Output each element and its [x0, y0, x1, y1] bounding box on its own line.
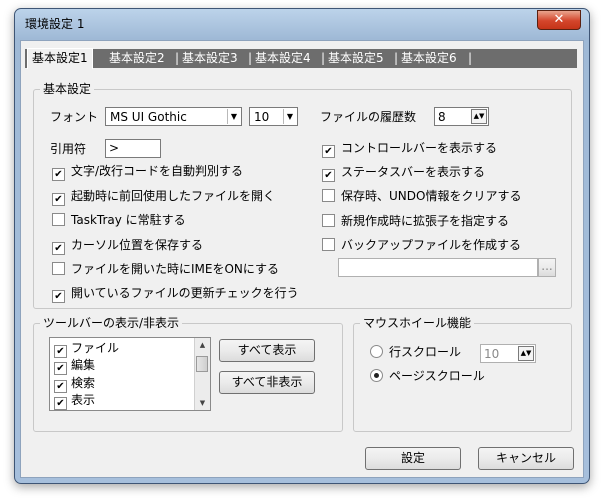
tab-basic-6[interactable]: 基本設定6	[401, 49, 457, 68]
checkbox-tasktray[interactable]: TaskTray に常駐する	[52, 212, 186, 228]
font-select-value: MS UI Gothic	[110, 110, 187, 124]
tab-separator: |	[175, 51, 180, 65]
checkbox-save-cursor[interactable]: ✔ カーソル位置を保存する	[52, 237, 204, 255]
radio-label: ページスクロール	[389, 369, 485, 383]
window-title: 環境設定 1	[25, 17, 85, 31]
checkbox-box	[322, 214, 335, 227]
list-item-label: 編集	[71, 358, 96, 372]
show-all-button[interactable]: すべて表示	[219, 339, 315, 362]
quote-label: 引用符	[50, 142, 87, 156]
chevron-down-icon: ▼	[283, 109, 296, 124]
font-size-value: 10	[254, 110, 270, 124]
checkbox-label: コントロールバーを表示する	[341, 141, 498, 155]
tab-basic-1[interactable]: 基本設定1	[27, 48, 93, 69]
font-size-select[interactable]: 10 ▼	[249, 107, 298, 126]
toolbar-items-list[interactable]: ✔ ファイル ✔ 編集 ✔ 検索 ✔ 表示 ▲ ▼	[49, 337, 211, 411]
checkbox-box	[322, 238, 335, 251]
mouse-wheel-legend: マウスホイール機能	[360, 316, 475, 330]
list-item[interactable]: ✔ 表示	[54, 392, 96, 410]
list-item[interactable]: ✔ 編集	[54, 357, 96, 375]
tab-strip: 基本設定1 基本設定2 | 基本設定3 | 基本設定4 | 基本設定5 | 基本…	[25, 48, 577, 69]
checkbox-auto-detect-encoding[interactable]: ✔ 文字/改行コードを自動判別する	[52, 163, 244, 181]
checkbox-ime-on[interactable]: ファイルを開いた時にIMEをONにする	[52, 261, 279, 277]
checkbox-label: 起動時に前回使用したファイルを開く	[71, 189, 276, 203]
list-item-label: 表示	[71, 393, 96, 407]
settings-window: 環境設定 1 ✕ 基本設定1 基本設定2 | 基本設定3 | 基本設定4 | 基…	[14, 8, 590, 484]
checkbox-label: TaskTray に常駐する	[71, 213, 186, 227]
checkbox-label: 開いているファイルの更新チェックを行う	[71, 286, 299, 300]
checkbox-box: ✔	[52, 242, 65, 255]
history-count-label: ファイルの履歴数	[320, 110, 417, 124]
checkbox-open-last-file[interactable]: ✔ 起動時に前回使用したファイルを開く	[52, 188, 276, 206]
mouse-wheel-group: マウスホイール機能 行スクロール 10 ▲▼ ページスクロール	[353, 316, 572, 432]
hide-all-button[interactable]: すべて非表示	[219, 371, 315, 394]
list-item-label: ファイル	[71, 341, 120, 355]
history-count-spinner[interactable]: 8 ▲▼	[434, 107, 489, 126]
basic-settings-group: 基本設定 フォント MS UI Gothic ▼ 10 ▼ ファイルの履歴数 8…	[33, 82, 572, 309]
font-select[interactable]: MS UI Gothic ▼	[105, 107, 242, 126]
tab-basic-5[interactable]: 基本設定5	[328, 49, 384, 68]
radio-page-scroll[interactable]: ページスクロール	[370, 368, 485, 384]
checkbox-box: ✔	[322, 169, 335, 182]
quote-input[interactable]: >	[105, 139, 161, 158]
scroll-up-icon[interactable]: ▲	[195, 338, 210, 352]
close-icon[interactable]: ✕	[537, 10, 581, 30]
checkbox-label: ステータスバーを表示する	[341, 165, 486, 179]
list-scrollbar[interactable]: ▲ ▼	[194, 338, 210, 410]
basic-settings-legend: 基本設定	[40, 82, 95, 96]
checkbox-box	[322, 189, 335, 202]
font-label: フォント	[50, 110, 99, 124]
ok-button[interactable]: 設定	[365, 447, 461, 470]
spin-arrows-icon[interactable]: ▲▼	[471, 109, 487, 124]
radio-line-scroll[interactable]: 行スクロール	[370, 344, 461, 360]
tab-basic-2[interactable]: 基本設定2	[109, 49, 165, 68]
list-item[interactable]: ✔ ファイル	[54, 340, 120, 358]
history-count-value: 8	[438, 110, 446, 124]
tab-separator: |	[394, 51, 399, 65]
checkbox-label: 文字/改行コードを自動判別する	[71, 164, 244, 178]
checkbox-label: バックアップファイルを作成する	[341, 238, 522, 252]
radio-label: 行スクロール	[389, 345, 462, 359]
tab-basic-3[interactable]: 基本設定3	[182, 49, 238, 68]
line-scroll-spinner[interactable]: 10 ▲▼	[480, 344, 536, 363]
toolbar-visibility-group: ツールバーの表示/非表示 ✔ ファイル ✔ 編集 ✔ 検索 ✔ 表示 ▲ ▼ すべて表示…	[33, 316, 343, 432]
checkbox-clear-undo[interactable]: 保存時、UNDO情報をクリアする	[322, 188, 521, 204]
line-scroll-value: 10	[484, 347, 500, 361]
checkbox-box: ✔	[54, 397, 67, 410]
browse-button[interactable]: ...	[538, 258, 556, 277]
checkbox-box: ✔	[52, 290, 65, 303]
tab-basic-4[interactable]: 基本設定4	[255, 49, 311, 68]
checkbox-box: ✔	[52, 193, 65, 206]
checkbox-show-controlbar[interactable]: ✔ コントロールバーを表示する	[322, 140, 498, 158]
tab-separator: |	[321, 51, 326, 65]
checkbox-label: カーソル位置を保存する	[71, 238, 204, 252]
radio-dot	[370, 345, 383, 358]
checkbox-box: ✔	[52, 168, 65, 181]
checkbox-show-statusbar[interactable]: ✔ ステータスバーを表示する	[322, 164, 486, 182]
checkbox-update-check[interactable]: ✔ 開いているファイルの更新チェックを行う	[52, 285, 299, 303]
checkbox-box	[52, 213, 65, 226]
scroll-down-icon[interactable]: ▼	[195, 396, 210, 410]
scroll-thumb[interactable]	[196, 356, 208, 372]
tab-separator: |	[248, 51, 253, 65]
checkbox-label: 保存時、UNDO情報をクリアする	[341, 189, 522, 203]
radio-dot	[370, 369, 383, 382]
checkbox-box	[52, 262, 65, 275]
list-item-label: 検索	[71, 376, 96, 390]
checkbox-create-backup[interactable]: バックアップファイルを作成する	[322, 237, 521, 253]
cancel-button[interactable]: キャンセル	[478, 447, 574, 470]
tab-separator: |	[468, 51, 473, 65]
chevron-down-icon: ▼	[227, 109, 240, 124]
checkbox-label: ファイルを開いた時にIMEをONにする	[71, 262, 280, 276]
checkbox-box: ✔	[322, 145, 335, 158]
checkbox-box: ✔	[54, 362, 67, 375]
checkbox-specify-extension[interactable]: 新規作成時に拡張子を指定する	[322, 213, 509, 229]
spin-arrows-icon[interactable]: ▲▼	[518, 346, 534, 361]
list-item[interactable]: ✔ 検索	[54, 375, 96, 393]
dialog-client: 基本設定1 基本設定2 | 基本設定3 | 基本設定4 | 基本設定5 | 基本…	[20, 40, 584, 478]
checkbox-label: 新規作成時に拡張子を指定する	[341, 214, 510, 228]
toolbar-visibility-legend: ツールバーの表示/非表示	[40, 316, 183, 330]
backup-path-input[interactable]	[338, 258, 538, 277]
